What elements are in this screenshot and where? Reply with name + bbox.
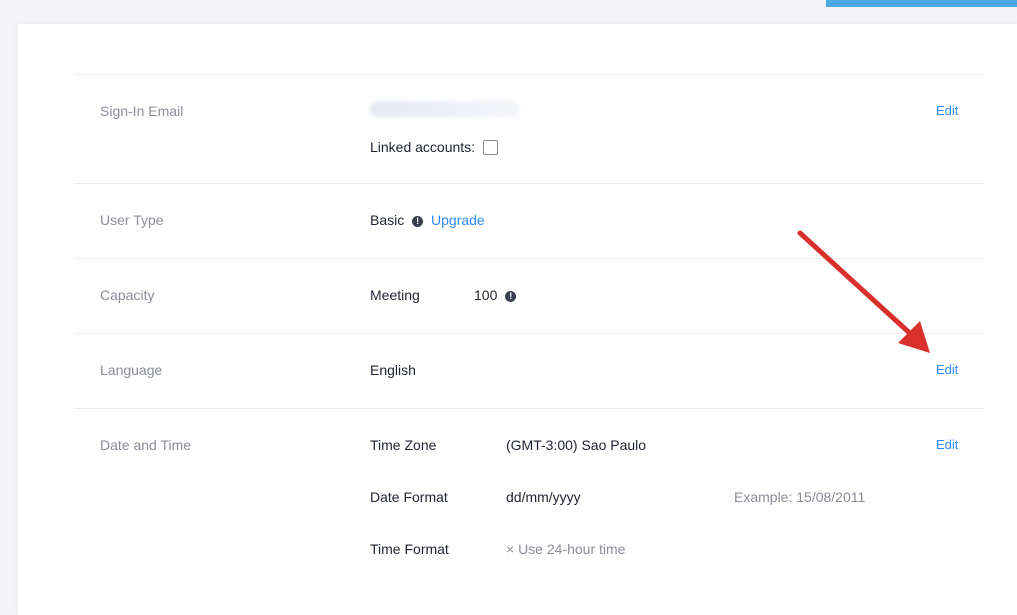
meeting-capacity: 100 ! — [474, 287, 520, 303]
info-circle-icon[interactable]: ! — [412, 215, 424, 227]
top-accent-bar — [826, 0, 1017, 7]
annotation-arrow — [797, 230, 930, 353]
user-type-value: Basic ! Upgrade — [370, 212, 485, 228]
info-circle-icon[interactable]: ! — [505, 290, 517, 302]
date-format-label: Date Format — [370, 489, 448, 505]
language-label: Language — [100, 362, 163, 378]
capacity-label: Capacity — [100, 287, 155, 303]
date-format-value: dd/mm/yyyy — [506, 489, 581, 505]
user-type-label: User Type — [100, 212, 164, 228]
date-time-label: Date and Time — [100, 437, 192, 453]
sign-in-email-label: Sign-In Email — [100, 103, 184, 119]
time-format-option[interactable]: × Use 24-hour time — [506, 541, 625, 557]
date-time-edit-link[interactable]: Edit — [936, 437, 958, 452]
time-zone-label: Time Zone — [370, 437, 437, 453]
date-time-row: Date and Time Edit Time Zone (GMT-3:00) … — [74, 409, 984, 579]
annotation-arrow-shaft — [797, 230, 917, 340]
email-value-redacted — [370, 101, 520, 117]
user-type-text: Basic — [370, 212, 405, 228]
linked-accounts: Linked accounts: — [370, 139, 499, 155]
meeting-label: Meeting — [370, 287, 420, 303]
sign-in-email-row: Sign-In Email Linked accounts: Edit — [74, 75, 984, 184]
language-value: English — [370, 362, 416, 378]
meeting-capacity-value: 100 — [474, 287, 498, 303]
linked-accounts-label: Linked accounts: — [370, 139, 476, 155]
time-zone-value: (GMT-3:00) Sao Paulo — [506, 437, 647, 453]
linked-account-icon[interactable] — [483, 139, 499, 155]
upgrade-link[interactable]: Upgrade — [431, 212, 485, 228]
email-edit-link[interactable]: Edit — [936, 103, 958, 118]
time-format-label: Time Format — [370, 541, 449, 557]
date-format-example: Example: 15/08/2011 — [734, 489, 866, 505]
